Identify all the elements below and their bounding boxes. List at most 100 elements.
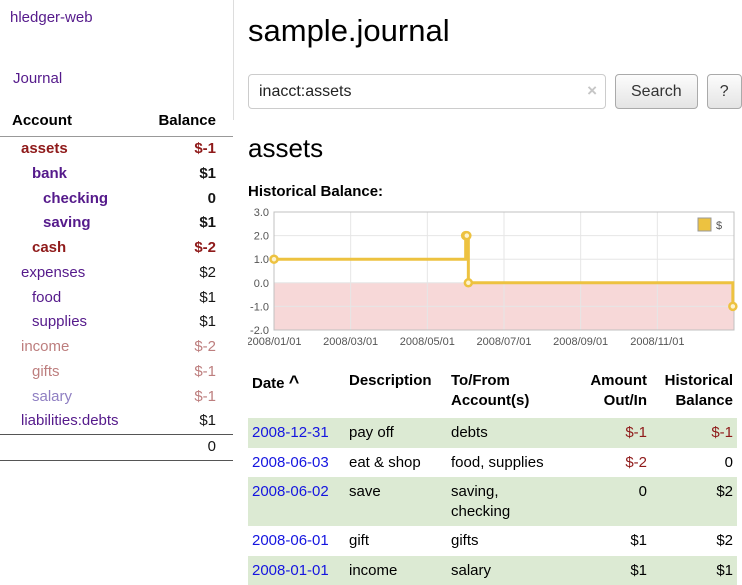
account-balance: $1	[143, 310, 233, 335]
svg-text:2008/05/01: 2008/05/01	[400, 336, 455, 348]
account-row: supplies $1	[0, 310, 233, 335]
sidebar-account-liabilities-debts[interactable]: liabilities:debts	[21, 412, 119, 429]
accounts-total-value: 0	[143, 435, 233, 461]
transaction-amount: $-2	[565, 448, 651, 478]
transaction-accounts: food, supplies	[447, 448, 565, 478]
search-button[interactable]: Search	[615, 74, 698, 109]
data-point-marker	[465, 279, 472, 286]
svg-text:0.0: 0.0	[254, 278, 269, 290]
account-balance: $-1	[143, 137, 233, 162]
account-row: bank $1	[0, 162, 233, 187]
column-amount-outin: Amount Out/In	[565, 371, 651, 418]
accounts-header-account: Account	[0, 109, 143, 137]
sidebar-account-bank[interactable]: bank	[32, 165, 67, 182]
data-point-marker	[729, 303, 736, 310]
transaction-description: save	[345, 477, 447, 526]
account-row: income $-2	[0, 335, 233, 360]
sidebar-account-income[interactable]: income	[21, 338, 69, 355]
account-heading: assets	[248, 133, 742, 164]
chart-label: Historical Balance:	[248, 183, 742, 200]
sidebar: hledger-web Journal Account Balance asse…	[0, 0, 233, 461]
transaction-date-link[interactable]: 2008-12-31	[252, 424, 329, 441]
transaction-row: 2008-01-01incomesalary$1$1	[248, 556, 737, 585]
sidebar-account-food[interactable]: food	[32, 289, 61, 306]
account-row: checking0	[0, 187, 233, 212]
search-box: ×	[248, 74, 606, 109]
transaction-date-link[interactable]: 2008-06-03	[252, 454, 329, 471]
transaction-date-cell: 2008-12-31	[248, 418, 345, 448]
main-content: sample.journal × Search ? assets Histori…	[248, 0, 742, 585]
transaction-balance: $1	[651, 556, 737, 585]
transaction-amount: 0	[565, 477, 651, 526]
sidebar-account-saving[interactable]: saving	[43, 214, 91, 231]
svg-text:2008/03/01: 2008/03/01	[323, 336, 378, 348]
account-balance: $-2	[143, 335, 233, 360]
column-tofrom-accounts: To/From Account(s)	[447, 371, 565, 418]
sidebar-account-gifts[interactable]: gifts	[32, 363, 60, 380]
column-description: Description	[345, 371, 447, 418]
column-historical-balance: Historical Balance	[651, 371, 737, 418]
register-table: Date ^ Description To/From Account(s) Am…	[248, 371, 737, 585]
accounts-total-row: 0	[0, 435, 233, 461]
svg-text:1.0: 1.0	[254, 254, 269, 266]
transaction-description: gift	[345, 526, 447, 556]
data-point-marker	[271, 256, 278, 263]
transaction-description: eat & shop	[345, 448, 447, 478]
transaction-balance: $2	[651, 477, 737, 526]
sort-asc-icon: ^	[289, 372, 300, 392]
sidebar-account-checking[interactable]: checking	[43, 190, 108, 207]
accounts-header-row: Account Balance	[0, 109, 233, 137]
search-form: × Search ?	[248, 74, 742, 109]
svg-text:2008/09/01: 2008/09/01	[553, 336, 608, 348]
transaction-amount: $1	[565, 526, 651, 556]
sidebar-account-supplies[interactable]: supplies	[32, 313, 87, 330]
transaction-balance: $-1	[651, 418, 737, 448]
svg-text:2008/11/01: 2008/11/01	[630, 336, 684, 348]
account-row: liabilities:debts $1	[0, 409, 233, 434]
transaction-date-cell: 2008-06-03	[248, 448, 345, 478]
svg-text:2008/07/01: 2008/07/01	[476, 336, 531, 348]
transaction-row: 2008-06-01 giftgifts$1$2	[248, 526, 737, 556]
account-row: gifts $-1	[0, 360, 233, 385]
page-title: sample.journal	[248, 13, 742, 49]
column-date-label: Date	[252, 375, 285, 392]
transaction-date-link[interactable]: 2008-06-01	[252, 532, 329, 549]
data-point-marker	[463, 232, 470, 239]
transaction-description: pay off	[345, 418, 447, 448]
search-input[interactable]	[248, 74, 606, 109]
svg-text:3.0: 3.0	[254, 207, 269, 219]
legend-label: $	[716, 220, 722, 232]
register-header-row: Date ^ Description To/From Account(s) Am…	[248, 371, 737, 418]
transaction-amount: $-1	[565, 418, 651, 448]
account-balance: $1	[143, 409, 233, 434]
transaction-date-cell: 2008-06-01	[248, 526, 345, 556]
sidebar-divider	[233, 0, 234, 120]
account-balance: $-2	[143, 236, 233, 261]
journal-nav-link[interactable]: Journal	[13, 70, 233, 87]
transaction-date-link[interactable]: 2008-06-02	[252, 483, 329, 500]
sidebar-account-assets[interactable]: assets	[21, 140, 68, 157]
account-balance: $1	[143, 162, 233, 187]
account-row: cash $-2	[0, 236, 233, 261]
column-date[interactable]: Date ^	[248, 371, 345, 418]
account-balance: $-1	[143, 360, 233, 385]
help-button[interactable]: ?	[707, 74, 742, 109]
clear-search-icon[interactable]: ×	[587, 81, 597, 101]
transaction-balance: $2	[651, 526, 737, 556]
accounts-table: Account Balance assets$-1bank$1checking0…	[0, 109, 233, 461]
transaction-accounts: gifts	[447, 526, 565, 556]
transaction-balance: 0	[651, 448, 737, 478]
transaction-accounts: salary	[447, 556, 565, 585]
account-row: salary$-1	[0, 385, 233, 410]
account-balance: $2	[143, 261, 233, 286]
transaction-date-link[interactable]: 2008-01-01	[252, 562, 329, 579]
transaction-date-cell: 2008-06-02	[248, 477, 345, 526]
sidebar-account-cash[interactable]: cash	[32, 239, 66, 256]
transaction-row: 2008-06-02savesaving, checking0$2	[248, 477, 737, 526]
transaction-row: 2008-12-31pay offdebts$-1$-1	[248, 418, 737, 448]
app-title-link[interactable]: hledger-web	[10, 9, 233, 26]
sidebar-account-salary[interactable]: salary	[32, 388, 72, 405]
sidebar-account-expenses[interactable]: expenses	[21, 264, 85, 281]
accounts-header-balance: Balance	[143, 109, 233, 137]
svg-text:2008/01/01: 2008/01/01	[248, 336, 302, 348]
